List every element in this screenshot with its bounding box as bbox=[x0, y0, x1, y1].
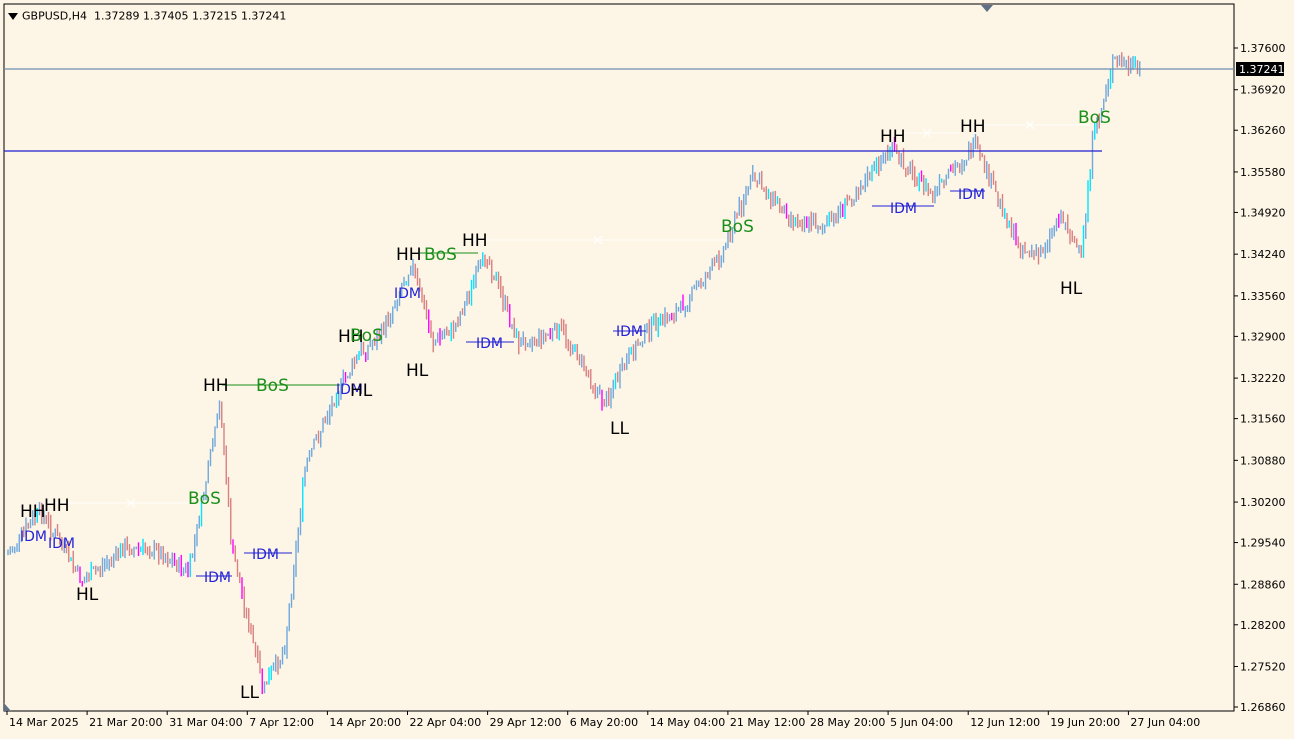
time-tick-label: 21 May 12:00 bbox=[730, 716, 805, 729]
chart-window[interactable]: GBPUSD,H4 1.37289 1.37405 1.37215 1.3724… bbox=[0, 0, 1294, 739]
structure-label: HL bbox=[1060, 279, 1083, 299]
structure-label: HL bbox=[350, 381, 373, 401]
structure-label: HH bbox=[880, 127, 906, 147]
idm-label: IDM bbox=[890, 201, 917, 217]
time-tick-label: 14 Mar 2025 bbox=[9, 716, 79, 729]
shift-marker-icon[interactable] bbox=[981, 5, 993, 12]
structure-label: LL bbox=[610, 419, 629, 439]
price-tick-label: 1.30200 bbox=[1240, 496, 1286, 509]
price-tick-label: 1.30880 bbox=[1240, 454, 1286, 467]
price-tick-label: 1.28860 bbox=[1240, 578, 1286, 591]
time-tick-label: 29 Apr 12:00 bbox=[490, 716, 562, 729]
time-tick-label: 6 May 20:00 bbox=[570, 716, 638, 729]
price-tick-label: 1.34920 bbox=[1240, 206, 1286, 219]
price-tick-label: 1.35580 bbox=[1240, 166, 1286, 179]
bos-label: BoS bbox=[188, 489, 221, 509]
price-tick-label: 1.32220 bbox=[1240, 372, 1286, 385]
price-tick-label: 1.34240 bbox=[1240, 248, 1286, 261]
bos-label: BoS bbox=[1078, 108, 1111, 128]
bos-label: BoS bbox=[350, 326, 383, 346]
time-tick-label: 14 Apr 20:00 bbox=[329, 716, 401, 729]
idm-label: IDM bbox=[204, 570, 231, 586]
time-tick-label: 28 May 20:00 bbox=[810, 716, 885, 729]
price-tick-label: 1.31560 bbox=[1240, 413, 1286, 426]
idm-label: IDM bbox=[20, 529, 47, 545]
time-tick-label: 19 Jun 20:00 bbox=[1050, 716, 1120, 729]
structure-label: HH bbox=[396, 245, 422, 265]
idm-label: IDM bbox=[958, 187, 985, 203]
idm-label: IDM bbox=[394, 286, 421, 302]
time-tick-label: 21 Mar 20:00 bbox=[89, 716, 162, 729]
price-chart[interactable]: 1.37600 1.36920 1.36260 1.35580 1.34920 1.342… bbox=[0, 0, 1294, 739]
structure-label: HH bbox=[462, 231, 488, 251]
idm-label: IDM bbox=[476, 336, 503, 352]
structure-label: HL bbox=[76, 585, 99, 605]
time-tick-label: 22 Apr 04:00 bbox=[410, 716, 482, 729]
idm-label: IDM bbox=[252, 547, 279, 563]
structure-label: HH bbox=[44, 496, 70, 516]
bos-label: BoS bbox=[721, 217, 754, 237]
time-tick-label: 31 Mar 04:00 bbox=[169, 716, 242, 729]
structure-label: LL bbox=[240, 683, 259, 703]
idm-label: IDM bbox=[616, 324, 643, 340]
corner-marker-icon bbox=[4, 703, 11, 711]
price-tick-label: 1.36920 bbox=[1240, 84, 1286, 97]
structure-label: HH bbox=[20, 502, 46, 522]
price-tick-label: 1.28200 bbox=[1240, 619, 1286, 632]
current-price-label: 1.37241 bbox=[1239, 63, 1285, 76]
price-tick-label: 1.27520 bbox=[1240, 661, 1286, 674]
price-tick-label: 1.29540 bbox=[1240, 537, 1286, 550]
bos-label: BoS bbox=[424, 245, 457, 265]
bos-label: BoS bbox=[256, 376, 289, 396]
price-tick-label: 1.33560 bbox=[1240, 290, 1286, 303]
price-tick-label: 1.26860 bbox=[1240, 701, 1286, 714]
price-tick-label: 1.32900 bbox=[1240, 330, 1286, 343]
price-tick-label: 1.36260 bbox=[1240, 124, 1286, 137]
structure-label: HH bbox=[960, 117, 986, 137]
time-tick-label: 27 Jun 04:00 bbox=[1130, 716, 1200, 729]
structure-label: HL bbox=[406, 361, 429, 381]
time-tick-label: 5 Jun 04:00 bbox=[890, 716, 953, 729]
structure-label: HH bbox=[203, 376, 229, 396]
price-tick-label: 1.37600 bbox=[1240, 42, 1286, 55]
time-tick-label: 7 Apr 12:00 bbox=[249, 716, 314, 729]
idm-label: IDM bbox=[48, 536, 75, 552]
time-tick-label: 14 May 04:00 bbox=[650, 716, 725, 729]
time-tick-label: 12 Jun 12:00 bbox=[970, 716, 1040, 729]
plot-frame bbox=[3, 3, 1235, 712]
